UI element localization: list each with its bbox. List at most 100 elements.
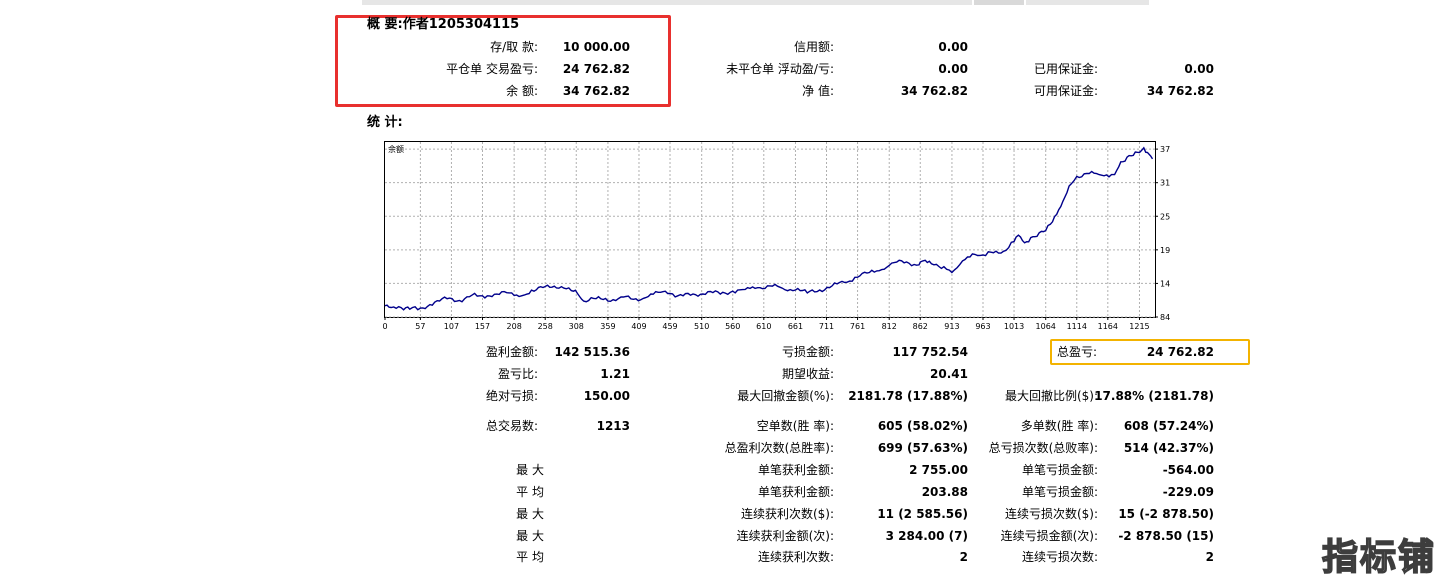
x-tick-label: 761 — [850, 322, 865, 331]
maximal-consec-loss-value: -2 878.50 (15) — [1118, 529, 1214, 543]
free-margin-value: 34 762.82 — [1146, 84, 1214, 98]
top-table-strip — [1026, 0, 1149, 5]
row-average-label: 平 均 — [516, 485, 544, 499]
gross-profit-value: 142 515.36 — [554, 345, 630, 359]
average-loss-label: 单笔亏损金额: — [1021, 485, 1098, 499]
closed-pl-value: 24 762.82 — [562, 62, 630, 76]
relative-drawdown-label: 最大回撤比例($): — [1004, 389, 1098, 403]
y-tick-label: 14227 — [1160, 279, 1170, 288]
x-tick-label: 963 — [975, 322, 990, 331]
row-avg2-label: 平 均 — [516, 550, 544, 564]
avg-consec-wins-value: 2 — [959, 550, 968, 564]
avg-consec-wins-label: 连续获利次数: — [757, 550, 834, 564]
x-tick-label: 258 — [538, 322, 553, 331]
free-margin-label: 可用保证金: — [1033, 84, 1098, 98]
profit-factor-value: 1.21 — [600, 367, 630, 381]
stats-title: 统 计: — [367, 115, 403, 130]
x-tick-label: 1114 — [1067, 322, 1087, 331]
largest-loss-value: -564.00 — [1162, 463, 1214, 477]
max-consec-losses-label: 连续亏损次数($): — [1004, 507, 1098, 521]
y-tick-label: 25754 — [1160, 212, 1170, 221]
x-tick-label: 308 — [569, 322, 584, 331]
absolute-drawdown-value: 150.00 — [583, 389, 630, 403]
maximal-drawdown-label: 最大回撤金额(%): — [737, 389, 834, 403]
x-tick-label: 1215 — [1129, 322, 1149, 331]
balance-value: 34 762.82 — [562, 84, 630, 98]
summary-title: 概 要:作者1205304115 — [367, 17, 520, 32]
x-axis-ticks: 0 57 107 157 208 258 308 359 409 459 510 560 610 661 7… — [382, 317, 1150, 331]
long-positions-value: 608 (57.24%) — [1123, 419, 1214, 433]
x-tick-label: 711 — [819, 322, 834, 331]
chart-frame — [384, 141, 1156, 318]
expected-payoff-label: 期望收益: — [781, 367, 834, 381]
gross-profit-label: 盈利金额: — [485, 345, 538, 359]
y-tick-label: 19990 — [1160, 246, 1170, 255]
deposit-label: 存/取 款: — [490, 40, 538, 54]
credit-label: 信用额: — [793, 40, 834, 54]
x-tick-label: 661 — [788, 322, 803, 331]
floating-pl-value: 0.00 — [938, 62, 968, 76]
largest-profit-value: 2 755.00 — [909, 463, 968, 477]
floating-pl-label: 未平仓单 浮动盈/亏: — [726, 62, 834, 76]
loss-trades-label: 总亏损次数(总败率): — [988, 441, 1098, 455]
deposit-value: 10 000.00 — [562, 40, 630, 54]
total-net-profit-label: 总盈亏: — [1057, 345, 1098, 359]
gross-loss-value: 117 752.54 — [892, 345, 968, 359]
x-tick-label: 1064 — [1036, 322, 1056, 331]
closed-pl-label: 平仓单 交易盈亏: — [446, 62, 538, 76]
x-tick-label: 409 — [631, 322, 646, 331]
absolute-drawdown-label: 绝对亏损: — [485, 389, 538, 403]
x-tick-label: 862 — [913, 322, 928, 331]
credit-value: 0.00 — [938, 40, 968, 54]
loss-trades-value: 514 (42.37%) — [1123, 441, 1214, 455]
short-positions-label: 空单数(胜 率): — [756, 419, 834, 433]
total-net-profit-value: 24 762.82 — [1146, 345, 1214, 359]
x-tick-label: 157 — [475, 322, 490, 331]
x-tick-label: 560 — [725, 322, 740, 331]
maximal-consec-profit-label: 连续获利金额(次): — [736, 529, 834, 543]
row-max1-label: 最 大 — [516, 507, 544, 521]
avg-consec-losses-value: 2 — [1205, 550, 1214, 564]
average-profit-label: 单笔获利金额: — [757, 485, 834, 499]
x-tick-label: 1164 — [1098, 322, 1118, 331]
x-tick-label: 107 — [444, 322, 459, 331]
x-tick-label: 510 — [694, 322, 709, 331]
expected-payoff-value: 20.41 — [930, 367, 968, 381]
x-tick-label: 208 — [507, 322, 522, 331]
largest-loss-label: 单笔亏损金额: — [1021, 463, 1098, 477]
gross-loss-label: 亏损金额: — [781, 345, 834, 359]
total-trades-label: 总交易数: — [485, 419, 538, 433]
average-profit-value: 203.88 — [921, 485, 968, 499]
x-tick-label: 913 — [944, 322, 959, 331]
average-loss-value: -229.09 — [1162, 485, 1214, 499]
x-tick-label: 0 — [382, 322, 387, 331]
largest-profit-label: 单笔获利金额: — [757, 463, 834, 477]
x-tick-label: 57 — [415, 322, 425, 331]
equity-label: 净 值: — [802, 84, 834, 98]
x-tick-label: 459 — [662, 322, 677, 331]
top-table-strip — [362, 0, 972, 5]
x-tick-label: 812 — [882, 322, 897, 331]
maximal-consec-loss-label: 连续亏损金额(次): — [1000, 529, 1098, 543]
total-trades-value: 1213 — [596, 419, 630, 433]
y-tick-label: 8464 — [1160, 313, 1170, 322]
balance-chart: 余额 0 57 107 157 208 258 308 359 409 459 510 560 610 6… — [382, 141, 1170, 331]
x-tick-label: 359 — [600, 322, 615, 331]
long-positions-label: 多单数(胜 率): — [1020, 419, 1098, 433]
x-tick-label: 1013 — [1004, 322, 1024, 331]
watermark-logo: 指标铺 — [1321, 536, 1437, 579]
y-tick-label: 31517 — [1160, 179, 1170, 188]
margin-value: 0.00 — [1184, 62, 1214, 76]
chart-title: 余额 — [388, 144, 404, 154]
equity-value: 34 762.82 — [900, 84, 968, 98]
profit-trades-label: 总盈利次数(总胜率): — [724, 441, 834, 455]
maximal-drawdown-value: 2181.78 (17.88%) — [848, 389, 968, 403]
maximal-consec-profit-value: 3 284.00 (7) — [885, 529, 968, 543]
max-consec-losses-value: 15 (-2 878.50) — [1118, 507, 1214, 521]
profit-trades-value: 699 (57.63%) — [877, 441, 968, 455]
short-positions-value: 605 (58.02%) — [877, 419, 968, 433]
row-max2-label: 最 大 — [516, 529, 544, 543]
margin-label: 已用保证金: — [1033, 62, 1098, 76]
relative-drawdown-value: 17.88% (2181.78) — [1094, 389, 1214, 403]
top-table-strip — [974, 0, 1024, 5]
